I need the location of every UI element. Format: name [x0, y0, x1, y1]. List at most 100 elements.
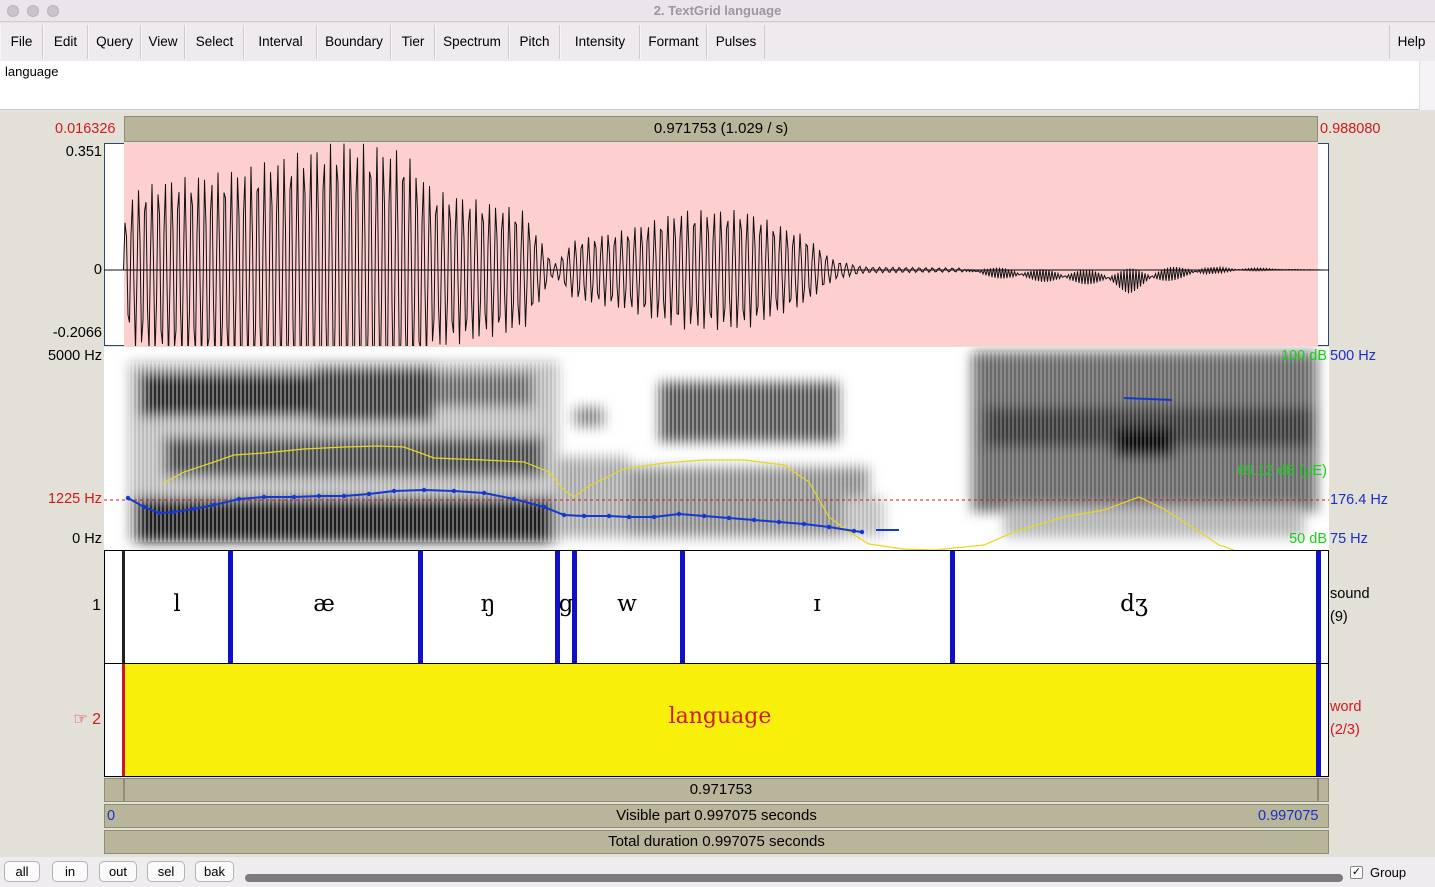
- visible-end-label: 0.997075: [1258, 808, 1319, 824]
- tier1-boundary[interactable]: [1316, 551, 1321, 663]
- pitch-top-label: 500 Hz: [1330, 348, 1376, 364]
- pitch-point: [751, 517, 757, 523]
- waveform-svg: [104, 143, 1329, 346]
- pitch-point: [626, 514, 632, 520]
- horizontal-scrollbar[interactable]: [245, 874, 1343, 882]
- zoom-in-button[interactable]: in: [52, 861, 88, 882]
- pitch-point: [366, 491, 372, 497]
- tier1-boundary[interactable]: [950, 551, 955, 663]
- group-label: Group: [1370, 865, 1407, 880]
- intensity-value-label: 69.12 dB (μE): [1237, 463, 1327, 479]
- menu-view[interactable]: View: [141, 25, 185, 59]
- pitch-point: [291, 494, 297, 500]
- visible-start-label: 0: [107, 808, 116, 824]
- interval-label: æ: [313, 591, 335, 617]
- tier2-number: ☞ 2: [73, 711, 101, 728]
- spectrogram-svg: [104, 352, 1329, 550]
- interval-text-field[interactable]: language: [0, 61, 1419, 110]
- pitch-point: [421, 487, 427, 493]
- menu-intensity[interactable]: Intensity: [560, 25, 640, 59]
- left-time-label: 0.016326: [55, 121, 116, 137]
- menu-tier[interactable]: Tier: [391, 25, 435, 59]
- intensity-bottom-label: 50 dB: [1289, 531, 1327, 547]
- right-time-label: 0.988080: [1320, 121, 1381, 137]
- tier1-number: 1: [92, 597, 101, 614]
- menu-formant[interactable]: Formant: [640, 25, 707, 59]
- pitch-point: [801, 521, 807, 527]
- pitch-point: [391, 488, 397, 494]
- title-bar: 2. TextGrid language: [0, 0, 1435, 22]
- right-unselected-bar[interactable]: [1318, 778, 1329, 802]
- menu-boundary[interactable]: Boundary: [317, 25, 391, 59]
- tier1-name: sound: [1330, 586, 1370, 602]
- menu-interval[interactable]: Interval: [244, 25, 317, 59]
- tier2-boundary[interactable]: [1316, 664, 1321, 776]
- spectrogram-freq-top: 5000 Hz: [47, 348, 102, 364]
- pitch-bottom-label: 75 Hz: [1330, 531, 1368, 547]
- menu-pitch[interactable]: Pitch: [509, 25, 560, 59]
- tier2-cursor: [122, 664, 125, 776]
- tier1-boundary[interactable]: [418, 551, 423, 663]
- selection-duration-bar[interactable]: 0.971753 (1.029 / s): [124, 116, 1318, 142]
- interval-label: w: [617, 591, 637, 617]
- tier1-count: (9): [1330, 609, 1348, 625]
- pitch-point: [726, 515, 732, 521]
- pitch-point: [211, 502, 217, 508]
- window-title: 2. TextGrid language: [653, 3, 782, 18]
- selection-bottom-bar[interactable]: 0.971753: [124, 778, 1318, 802]
- intensity-top-label: 100 dB: [1281, 348, 1327, 364]
- menu-file[interactable]: File: [0, 25, 43, 59]
- text-field-scrollbar[interactable]: [1419, 61, 1435, 110]
- pitch-point: [125, 495, 131, 501]
- menu-bar: File Edit Query View Select Interval Bou…: [0, 23, 1435, 61]
- word-interval-label: language: [668, 704, 772, 729]
- interval-label: dʒ: [1120, 591, 1148, 617]
- visible-part-bar[interactable]: Visible part 0.997075 seconds: [104, 804, 1329, 828]
- zoom-back-button[interactable]: bak: [195, 861, 234, 882]
- spectrogram-freq-bottom: 0 Hz: [72, 531, 102, 547]
- menu-pulses[interactable]: Pulses: [707, 25, 765, 59]
- pitch-point: [191, 506, 197, 512]
- pitch-point: [316, 493, 322, 499]
- pitch-point: [541, 504, 547, 510]
- pitch-point: [511, 496, 517, 502]
- pitch-point: [171, 509, 177, 515]
- zoom-out-button[interactable]: out: [99, 861, 137, 882]
- tier-sound[interactable]: l æ ŋ g w ɪ dʒ: [104, 550, 1329, 664]
- pitch-point: [826, 524, 832, 530]
- spectrogram-panel[interactable]: [104, 347, 1329, 550]
- pitch-point: [851, 528, 857, 534]
- menu-query[interactable]: Query: [88, 25, 141, 59]
- zoom-all-button[interactable]: all: [4, 861, 40, 882]
- group-checkbox[interactable]: ✓: [1350, 866, 1363, 879]
- waveform-min-label: -0.2066: [52, 325, 102, 341]
- tier-word[interactable]: language: [104, 663, 1329, 777]
- menu-spectrum[interactable]: Spectrum: [435, 25, 509, 59]
- pitch-value-label: 176.4 Hz: [1330, 492, 1389, 508]
- tier2-count: (2/3): [1330, 722, 1360, 738]
- pitch-point: [236, 496, 242, 502]
- visible-part-label: Visible part 0.997075 seconds: [616, 807, 817, 824]
- left-unselected-bar[interactable]: [104, 778, 124, 802]
- waveform-trace: [104, 143, 1328, 346]
- pitch-point: [581, 513, 587, 519]
- pitch-point: [606, 513, 612, 519]
- pitch-point: [859, 529, 865, 535]
- menu-select[interactable]: Select: [185, 25, 244, 59]
- interval-label: ŋ: [480, 591, 496, 617]
- pitch-point: [261, 494, 267, 500]
- selection-bottom-label: 0.971753: [689, 781, 753, 798]
- total-duration-bar[interactable]: Total duration 0.997075 seconds: [104, 830, 1329, 854]
- total-duration-label: Total duration 0.997075 seconds: [608, 833, 825, 850]
- selection-duration-label: 0.971753 (1.029 / s): [653, 120, 789, 137]
- menu-help[interactable]: Help: [1389, 25, 1433, 59]
- tier1-boundary[interactable]: [228, 551, 233, 663]
- tier1-boundary[interactable]: [680, 551, 685, 663]
- interval-text-value: language: [5, 64, 59, 79]
- interval-label: g: [558, 591, 574, 617]
- waveform-zero-label: 0: [93, 262, 102, 278]
- tier1-boundary[interactable]: [122, 551, 125, 663]
- zoom-sel-button[interactable]: sel: [147, 861, 185, 882]
- menu-edit[interactable]: Edit: [43, 25, 88, 59]
- waveform-max-label: 0.351: [65, 144, 102, 160]
